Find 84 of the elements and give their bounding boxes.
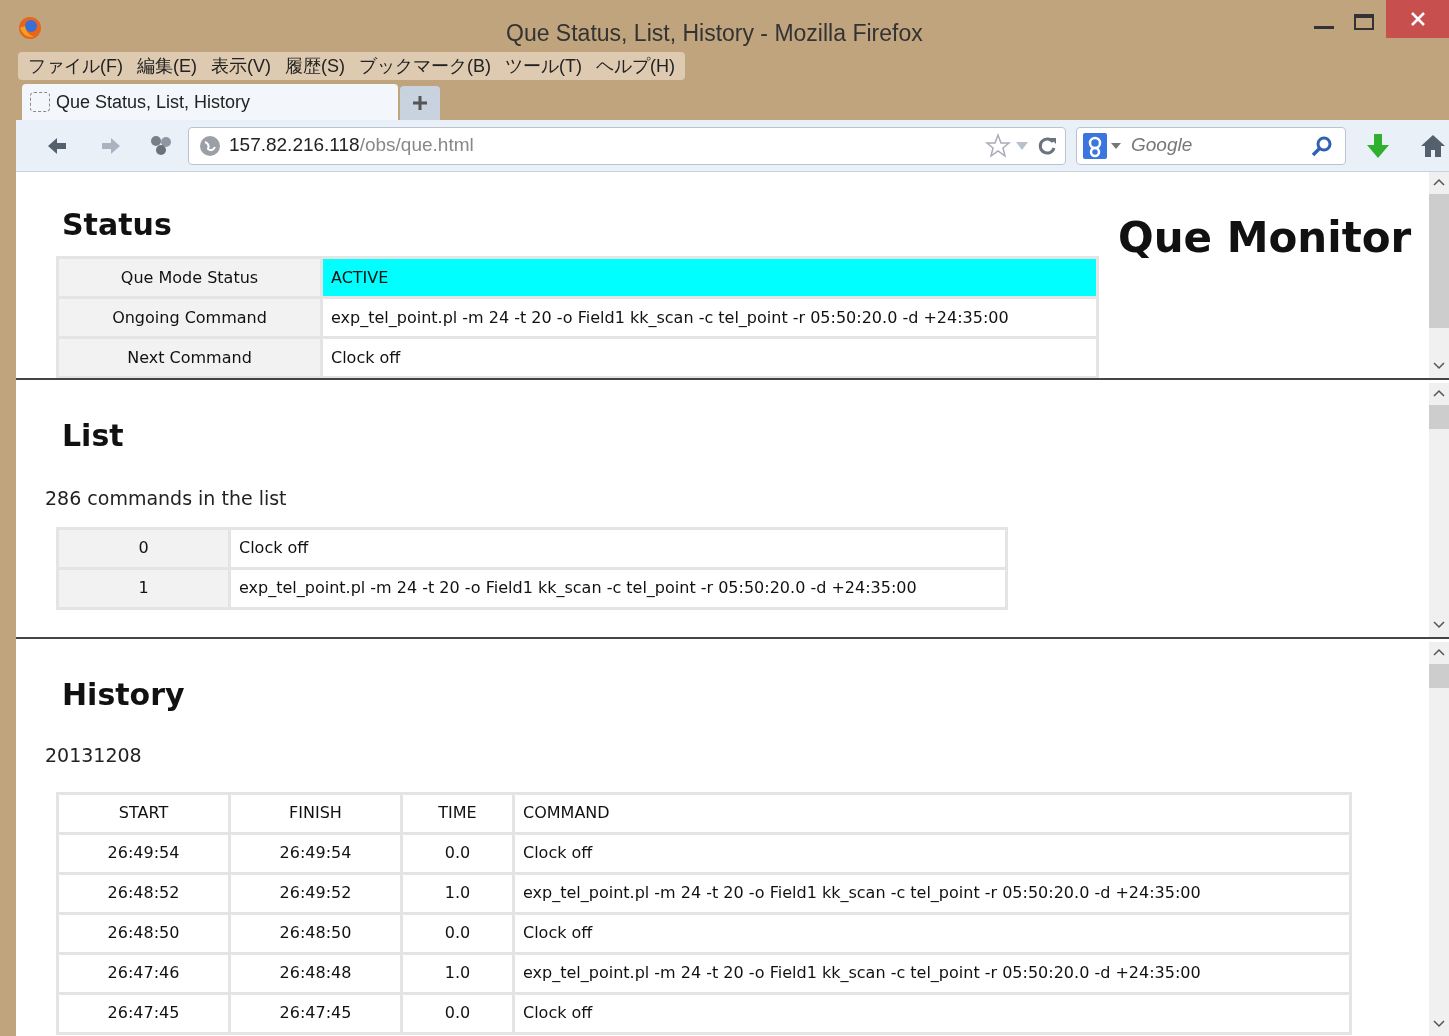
scrollbar[interactable] bbox=[1429, 172, 1449, 378]
section-heading: Status bbox=[62, 206, 172, 244]
browser-tab[interactable]: Que Status, List, History bbox=[22, 84, 398, 120]
table-cell: Clock off bbox=[513, 993, 1351, 1033]
table-cell: 26:48:50 bbox=[57, 913, 230, 953]
url-host: 157.82.216.118 bbox=[229, 133, 360, 158]
table-cell: Que Mode Status bbox=[57, 257, 322, 298]
home-icon[interactable] bbox=[1420, 133, 1446, 158]
list-summary: 286 commands in the list bbox=[44, 486, 288, 511]
menu-item[interactable]: 履歴(S) bbox=[279, 52, 351, 80]
back-icon[interactable] bbox=[46, 135, 68, 156]
table-cell: 26:47:45 bbox=[57, 993, 230, 1033]
scroll-up-icon[interactable] bbox=[1433, 178, 1445, 186]
download-icon[interactable] bbox=[1366, 132, 1390, 159]
table-cell: Ongoing Command bbox=[57, 297, 322, 338]
scroll-down-icon[interactable] bbox=[1433, 362, 1445, 370]
table-cell: exp_tel_point.pl -m 24 -t 20 -o Field1 kk_scan -c tel_point -r 05:50:20.0 -d +24:35:00 bbox=[321, 297, 1098, 338]
scrollbar-thumb[interactable] bbox=[1429, 405, 1449, 429]
table-cell: Clock off bbox=[229, 528, 1007, 568]
minimize-icon[interactable] bbox=[1314, 26, 1334, 30]
browser-logo-icon bbox=[18, 16, 42, 40]
reload-icon[interactable] bbox=[1037, 135, 1057, 156]
column-header: FINISH bbox=[229, 793, 402, 833]
scroll-up-icon[interactable] bbox=[1433, 648, 1445, 656]
menu-item[interactable]: ツール(T) bbox=[499, 52, 588, 80]
search-icon[interactable] bbox=[1311, 134, 1333, 157]
column-header: START bbox=[57, 793, 230, 833]
table-cell: 26:48:50 bbox=[229, 913, 402, 953]
table-cell: 0.0 bbox=[401, 993, 514, 1033]
scroll-up-icon[interactable] bbox=[1433, 389, 1445, 397]
table-cell: 26:48:48 bbox=[229, 953, 402, 993]
page-title: Que Monitor bbox=[1118, 212, 1412, 264]
column-header: COMMAND bbox=[513, 793, 1351, 833]
table-cell: 0.0 bbox=[401, 913, 514, 953]
table-cell: exp_tel_point.pl -m 24 -t 20 -o Field1 kk_scan -c tel_point -r 05:50:20.0 -d +24:35:00 bbox=[229, 568, 1007, 608]
scroll-down-icon[interactable] bbox=[1433, 1020, 1445, 1028]
table-cell: 0 bbox=[57, 528, 230, 568]
menu-item[interactable]: ファイル(F) bbox=[22, 52, 129, 80]
window-title: Que Status, List, History - Mozilla Firefox bbox=[506, 19, 923, 48]
table-cell: 26:47:45 bbox=[229, 993, 402, 1033]
table-cell: 26:48:52 bbox=[57, 873, 230, 913]
menu-item[interactable]: 表示(V) bbox=[205, 52, 277, 80]
history-date: 20131208 bbox=[44, 743, 143, 768]
menu-item[interactable]: ヘルプ(H) bbox=[589, 52, 681, 80]
new-tab-button[interactable] bbox=[400, 86, 440, 120]
scrollbar[interactable] bbox=[1429, 383, 1449, 637]
table-cell: 1 bbox=[57, 568, 230, 608]
table-cell: Clock off bbox=[513, 833, 1351, 873]
menu-item[interactable]: 編集(E) bbox=[131, 52, 203, 80]
table-cell: 26:49:54 bbox=[57, 833, 230, 873]
cluster-icon[interactable] bbox=[150, 134, 172, 157]
star-icon[interactable] bbox=[985, 132, 1011, 159]
column-header: TIME bbox=[401, 793, 514, 833]
table-cell: exp_tel_point.pl -m 24 -t 20 -o Field1 kk_scan -c tel_point -r 05:50:20.0 -d +24:35:00 bbox=[513, 873, 1351, 913]
plus-icon bbox=[412, 95, 428, 111]
table-cell: 26:49:52 bbox=[229, 873, 402, 913]
url-path: /obs/que.html bbox=[359, 133, 474, 158]
search-field[interactable]: Google bbox=[1076, 126, 1346, 165]
page-icon bbox=[30, 92, 50, 112]
table-cell: exp_tel_point.pl -m 24 -t 20 -o Field1 kk_scan -c tel_point -r 05:50:20.0 -d +24:35:00 bbox=[513, 953, 1351, 993]
maximize-icon[interactable] bbox=[1354, 14, 1374, 30]
scrollbar-thumb[interactable] bbox=[1429, 194, 1449, 328]
table-cell: 0.0 bbox=[401, 833, 514, 873]
close-icon bbox=[1410, 12, 1425, 26]
table-cell: 1.0 bbox=[401, 953, 514, 993]
close-button[interactable] bbox=[1386, 0, 1449, 38]
table-cell: Clock off bbox=[321, 337, 1098, 378]
search-input[interactable]: Google bbox=[1131, 131, 1311, 160]
table-cell: ACTIVE bbox=[321, 257, 1098, 298]
scroll-down-icon[interactable] bbox=[1433, 621, 1445, 629]
table-cell: 26:49:54 bbox=[229, 833, 402, 873]
scrollbar-thumb[interactable] bbox=[1429, 664, 1449, 688]
address-field[interactable]: 157.82.216.118/obs/que.html bbox=[188, 126, 1066, 165]
scrollbar[interactable] bbox=[1429, 642, 1449, 1036]
menu-item[interactable]: ブックマーク(B) bbox=[353, 52, 497, 80]
globe-icon bbox=[199, 134, 221, 157]
section-heading: List bbox=[61, 417, 125, 455]
search-engine-icon[interactable] bbox=[1083, 132, 1107, 159]
table-cell: 26:47:46 bbox=[57, 953, 230, 993]
table-cell: Clock off bbox=[513, 913, 1351, 953]
table-cell: 1.0 bbox=[401, 873, 514, 913]
caret-icon[interactable] bbox=[1111, 142, 1121, 149]
section-heading: History bbox=[61, 676, 186, 714]
table-cell: Next Command bbox=[57, 337, 322, 378]
